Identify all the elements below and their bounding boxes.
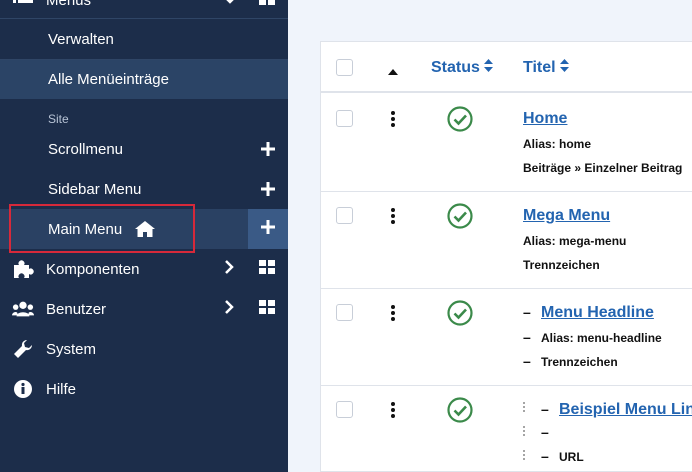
table-row: Mega Menu Alias: mega-menu Trennzeichen: [321, 192, 692, 289]
drag-handle-icon[interactable]: [390, 111, 396, 127]
puzzle-icon: [12, 258, 34, 280]
sidebar-item-verwalten[interactable]: Verwalten: [0, 19, 288, 59]
dashboard-grid-icon[interactable]: [259, 300, 275, 318]
menu-item-type: Trennzeichen: [541, 355, 618, 369]
published-check-icon[interactable]: [447, 106, 473, 132]
level-indent: –: [523, 304, 531, 320]
sort-icon: [559, 59, 569, 77]
sidebar-item-label: Sidebar Menu: [48, 180, 142, 198]
select-all-checkbox[interactable]: [336, 59, 353, 76]
level-indent: –: [523, 353, 531, 369]
drag-handle-icon[interactable]: [390, 402, 396, 418]
sidebar-item-label: Menüs: [46, 0, 92, 9]
sidebar-item-hilfe[interactable]: Hilfe: [0, 369, 288, 409]
table-header: Status Titel: [321, 42, 692, 93]
sort-icon: [483, 59, 493, 77]
section-label: Site: [48, 112, 69, 126]
info-icon: [12, 378, 34, 400]
tree-line: [523, 402, 526, 412]
drag-handle-icon[interactable]: [390, 305, 396, 321]
table-row: – Beispiel Menu Link – – URL: [321, 386, 692, 472]
sidebar-item-label: Benutzer: [46, 300, 107, 318]
table-row: Home Alias: home Beiträge » Einzelner Be…: [321, 95, 692, 192]
sidebar-item-scrollmenu[interactable]: Scrollmenu: [0, 129, 288, 169]
sidebar-item-label: Komponenten: [46, 260, 140, 278]
tree-line: [523, 450, 526, 460]
add-icon[interactable]: [258, 179, 278, 199]
row-checkbox[interactable]: [336, 304, 353, 321]
dashboard-grid-icon[interactable]: [259, 0, 275, 9]
table-row: – Menu Headline – Alias: menu-headline –…: [321, 289, 692, 386]
menu-item-type: Trennzeichen: [523, 258, 600, 272]
wrench-icon: [12, 338, 34, 360]
published-check-icon[interactable]: [447, 300, 473, 326]
menu-item-alias: Alias: home: [523, 137, 592, 151]
sidebar: Menüs Verwalten Alle Menüeinträge Site S…: [0, 0, 288, 472]
sidebar-item-label: Alle Menüeinträge: [48, 71, 169, 88]
column-header-status[interactable]: Status: [431, 59, 493, 77]
chevron-right-icon[interactable]: [224, 260, 234, 278]
dashboard-grid-icon[interactable]: [259, 260, 275, 278]
level-indent: –: [541, 401, 549, 417]
chevron-down-icon[interactable]: [224, 0, 236, 9]
menu-item-type: URL: [559, 450, 584, 464]
add-icon[interactable]: [258, 139, 278, 159]
sidebar-item-label: Hilfe: [46, 380, 77, 398]
menu-item-alias: Alias: menu-headline: [541, 331, 662, 345]
published-check-icon[interactable]: [447, 397, 473, 423]
sidebar-item-system[interactable]: System: [0, 329, 288, 369]
row-checkbox[interactable]: [336, 401, 353, 418]
menu-item-alias: Alias: mega-menu: [523, 234, 627, 248]
menu-item-title-link[interactable]: Menu Headline: [541, 304, 654, 322]
sidebar-item-label: Verwalten: [48, 30, 114, 48]
sort-ascending-icon[interactable]: [388, 63, 398, 81]
row-checkbox[interactable]: [336, 207, 353, 224]
menu-item-title-link[interactable]: Beispiel Menu Link: [559, 401, 692, 419]
sidebar-item-label: Scrollmenu: [48, 140, 124, 158]
users-icon: [12, 298, 34, 320]
section-label-site: Site: [0, 111, 288, 127]
column-header-label: Titel: [523, 59, 556, 76]
tree-line: [523, 426, 526, 436]
level-indent: –: [541, 448, 549, 464]
published-check-icon[interactable]: [447, 203, 473, 229]
level-indent: –: [541, 424, 549, 440]
sidebar-item-menus[interactable]: Menüs: [0, 0, 288, 20]
sidebar-item-komponenten[interactable]: Komponenten: [0, 249, 288, 289]
menu-items-table: Status Titel Home Alias: home Beiträge »…: [320, 41, 692, 472]
level-indent: –: [523, 329, 531, 345]
menu-item-title-link[interactable]: Mega Menu: [523, 207, 610, 225]
add-icon: [261, 219, 275, 239]
sidebar-item-alle-menueeintraege[interactable]: Alle Menüeinträge: [0, 60, 288, 99]
drag-handle-icon[interactable]: [390, 208, 396, 224]
row-checkbox[interactable]: [336, 110, 353, 127]
highlight-box: [9, 204, 195, 253]
column-header-title[interactable]: Titel: [523, 59, 569, 77]
column-header-label: Status: [431, 59, 480, 76]
menu-item-title-link[interactable]: Home: [523, 110, 567, 128]
add-main-menu-item-button[interactable]: [248, 209, 288, 249]
menu-item-type: Beiträge » Einzelner Beitrag: [523, 161, 683, 175]
sidebar-item-benutzer[interactable]: Benutzer: [0, 289, 288, 329]
sidebar-item-label: System: [46, 340, 97, 358]
main-content: Status Titel Home Alias: home Beiträge »…: [288, 0, 692, 472]
sidebar-item-sidebar-menu[interactable]: Sidebar Menu: [0, 169, 288, 209]
list-icon: [12, 0, 34, 11]
chevron-right-icon[interactable]: [224, 300, 234, 318]
